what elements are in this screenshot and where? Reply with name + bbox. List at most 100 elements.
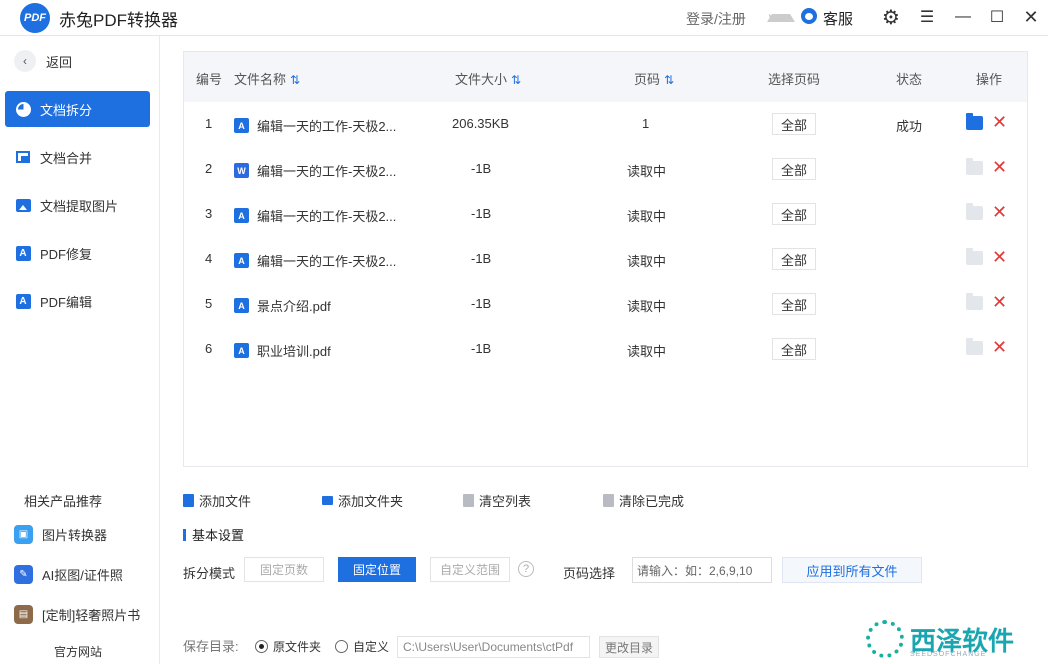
row-pages: 读取中	[627, 254, 667, 269]
recommend-title: 相关产品推荐	[24, 494, 103, 509]
close-button[interactable]: ✕	[1020, 6, 1042, 28]
add-file-button[interactable]: 添加文件	[183, 491, 251, 510]
pdf-icon: A	[15, 245, 31, 261]
table-header: 编号 文件名称 ⇅ 文件大小 ⇅ 页码 ⇅ 选择页码 状态 操作	[184, 52, 1027, 102]
row-size: -1B	[471, 251, 492, 266]
sidebar-item-split[interactable]: 文档拆分	[5, 91, 150, 127]
file-table: 编号 文件名称 ⇅ 文件大小 ⇅ 页码 ⇅ 选择页码 状态 操作 1 A 编辑一天的工作…	[183, 51, 1028, 467]
add-folder-button[interactable]: 添加文件夹	[322, 491, 403, 510]
sidebar-item-label: PDF修复	[40, 246, 93, 262]
open-folder-icon[interactable]	[966, 113, 983, 130]
customer-service-button[interactable]: 客服	[823, 8, 853, 29]
pdf-file-icon: A	[234, 343, 249, 358]
clear-list-button[interactable]: 清空列表	[463, 491, 531, 510]
broom-icon	[463, 494, 474, 507]
row-pages: 读取中	[627, 209, 667, 224]
radio-checked-icon	[255, 640, 268, 653]
maximize-button[interactable]: ☐	[986, 6, 1008, 28]
table-row: 5 A 景点介绍.pdf -1B 读取中 全部 ✕	[184, 282, 1027, 327]
header-status: 状态	[896, 72, 923, 87]
merge-icon	[15, 149, 31, 165]
header-select-pages: 选择页码	[768, 72, 821, 87]
header-name[interactable]: 文件名称 ⇅	[234, 69, 300, 88]
sort-icon[interactable]: ⇅	[290, 73, 300, 87]
sort-icon[interactable]: ⇅	[511, 73, 521, 87]
photo-book-icon: ▤	[14, 605, 33, 624]
row-pages: 读取中	[627, 344, 667, 359]
recommend-image-converter[interactable]: ▣ 图片转换器	[14, 525, 107, 544]
sidebar-item-pdf-repair[interactable]: A PDF修复	[5, 235, 150, 271]
back-button[interactable]: ‹ 返回	[14, 50, 72, 72]
change-directory-button[interactable]: 更改目录	[599, 636, 659, 658]
row-pages: 读取中	[627, 299, 667, 314]
sidebar-item-pdf-edit[interactable]: A PDF编辑	[5, 283, 150, 319]
watermark-subtext: SEEDSOFCHANGE	[910, 651, 987, 658]
clear-completed-button[interactable]: 清除已完成	[603, 491, 684, 510]
title-bar: PDF 赤兔PDF转换器 登录/注册 VIP 客服 ⚙ ☰ — ☐ ✕	[0, 0, 1048, 36]
apply-to-all-button[interactable]: 应用到所有文件	[782, 557, 922, 583]
sidebar-item-merge[interactable]: 文档合并	[5, 139, 150, 175]
row-index: 1	[205, 116, 213, 131]
table-row: 2 W 编辑一天的工作-天极2... -1B 读取中 全部 ✕	[184, 147, 1027, 192]
open-folder-icon	[966, 158, 983, 175]
row-filename: W 编辑一天的工作-天极2...	[234, 161, 396, 180]
minimize-button[interactable]: —	[952, 6, 974, 28]
page-select-input[interactable]: 请输入：如：2,6,9,10	[632, 557, 772, 583]
sort-icon[interactable]: ⇅	[664, 73, 674, 87]
page-select-dropdown[interactable]: 全部	[772, 293, 816, 315]
watermark-logo-icon	[866, 620, 904, 658]
mode-fixed-position-button[interactable]: 固定位置	[338, 557, 416, 582]
delete-icon[interactable]: ✕	[992, 247, 1007, 268]
official-site-link[interactable]: 官方网站	[54, 643, 102, 660]
page-select-dropdown[interactable]: 全部	[772, 203, 816, 225]
sidebar-item-extract-images[interactable]: 文档提取图片	[5, 187, 150, 223]
delete-icon[interactable]: ✕	[992, 157, 1007, 178]
split-mode-label: 拆分模式	[183, 566, 236, 581]
login-register-link[interactable]: 登录/注册	[686, 9, 746, 29]
row-size: 206.35KB	[452, 116, 510, 131]
radio-custom-folder[interactable]: 自定义	[335, 638, 389, 655]
recommend-photo-book[interactable]: ▤ [定制]轻奢照片书	[14, 605, 140, 624]
delete-icon[interactable]: ✕	[992, 112, 1007, 133]
row-filename: A 编辑一天的工作-天极2...	[234, 116, 396, 135]
table-row: 4 A 编辑一天的工作-天极2... -1B 读取中 全部 ✕	[184, 237, 1027, 282]
open-folder-icon	[966, 293, 983, 310]
row-index: 6	[205, 341, 213, 356]
delete-icon[interactable]: ✕	[992, 337, 1007, 358]
page-select-dropdown[interactable]: 全部	[772, 158, 816, 180]
row-filename: A 职业培训.pdf	[234, 341, 331, 360]
help-icon[interactable]: ?	[518, 561, 534, 577]
delete-icon[interactable]: ✕	[992, 202, 1007, 223]
row-filename: A 编辑一天的工作-天极2...	[234, 206, 396, 225]
row-status: 成功	[896, 119, 923, 134]
recommend-label: [定制]轻奢照片书	[42, 608, 141, 623]
row-size: -1B	[471, 206, 492, 221]
pdf-file-icon: A	[234, 253, 249, 268]
menu-icon[interactable]: ☰	[916, 6, 938, 28]
row-pages: 读取中	[627, 164, 667, 179]
gear-icon[interactable]: ⚙	[880, 6, 902, 29]
pdf-file-icon: A	[234, 298, 249, 313]
radio-original-folder[interactable]: 原文件夹	[255, 638, 321, 655]
page-select-dropdown[interactable]: 全部	[772, 113, 816, 135]
pdf-icon: A	[15, 293, 31, 309]
table-row: 3 A 编辑一天的工作-天极2... -1B 读取中 全部 ✕	[184, 192, 1027, 237]
table-row: 1 A 编辑一天的工作-天极2... 206.35KB 1 全部 成功 ✕	[184, 102, 1027, 147]
app-logo-icon: PDF	[20, 3, 50, 33]
delete-icon[interactable]: ✕	[992, 292, 1007, 313]
section-marker	[183, 528, 186, 541]
page-select-dropdown[interactable]: 全部	[772, 248, 816, 270]
save-path-input[interactable]: C:\Users\User\Documents\ctPdf	[397, 636, 590, 658]
vip-icon[interactable]: VIP	[764, 4, 795, 28]
customer-service-icon[interactable]	[801, 8, 817, 24]
mode-fixed-pages-button[interactable]: 固定页数	[244, 557, 324, 582]
radio-unchecked-icon	[335, 640, 348, 653]
header-size[interactable]: 文件大小 ⇅	[455, 69, 521, 88]
recommend-ai-cutout[interactable]: ✎ AI抠图/证件照	[14, 565, 123, 584]
mode-custom-range-button[interactable]: 自定义范围	[430, 557, 510, 582]
open-folder-icon	[966, 248, 983, 265]
page-select-dropdown[interactable]: 全部	[772, 338, 816, 360]
clipboard-icon	[183, 494, 194, 507]
pdf-file-icon: A	[234, 118, 249, 133]
header-pages[interactable]: 页码 ⇅	[634, 69, 674, 88]
